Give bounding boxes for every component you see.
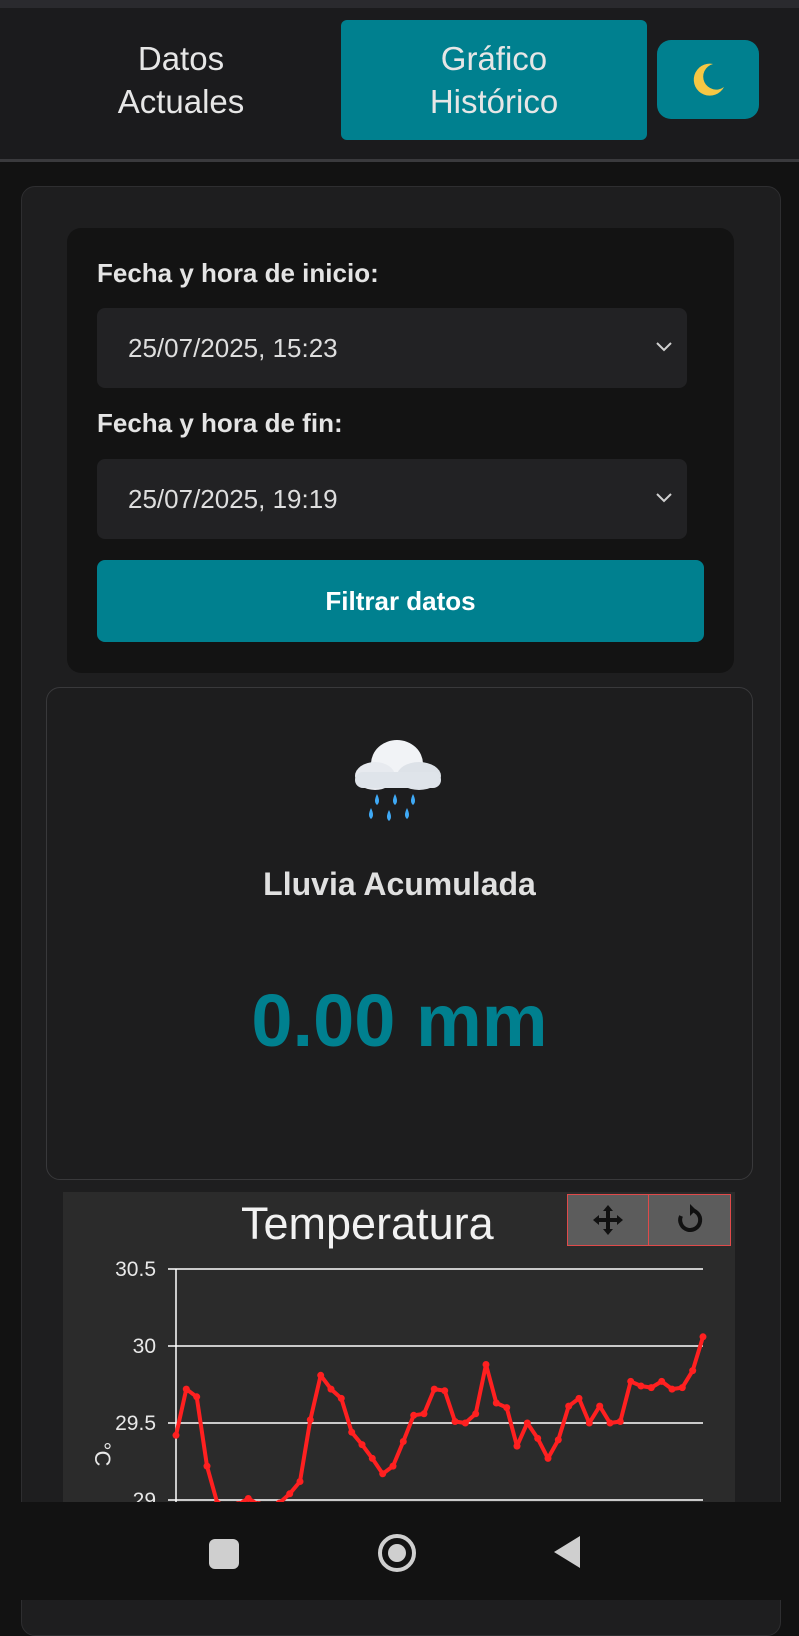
tab-label: Gráfico Histórico — [429, 40, 559, 120]
data-point — [451, 1418, 459, 1425]
data-point — [596, 1402, 604, 1410]
home-icon — [378, 1534, 416, 1572]
data-point — [348, 1428, 356, 1436]
data-point — [503, 1404, 511, 1412]
data-point — [658, 1377, 666, 1385]
data-point — [699, 1333, 707, 1341]
data-point — [689, 1367, 697, 1375]
data-point — [399, 1438, 407, 1445]
data-point — [337, 1394, 345, 1402]
data-point — [296, 1478, 304, 1485]
data-point — [554, 1436, 562, 1444]
data-point — [430, 1385, 438, 1393]
data-point — [585, 1419, 593, 1427]
data-point — [647, 1384, 655, 1392]
data-point — [286, 1490, 294, 1498]
y-tick-label: 30 — [133, 1335, 156, 1358]
start-date-label: Fecha y hora de inicio: — [97, 258, 379, 288]
data-point — [441, 1387, 449, 1395]
end-datetime-input[interactable]: 25/07/2025, 19:19 — [97, 459, 687, 539]
home-button[interactable] — [376, 1532, 418, 1579]
data-point — [420, 1410, 428, 1418]
y-axis-label: °C — [90, 1442, 115, 1467]
data-point — [544, 1454, 552, 1462]
data-point — [492, 1399, 500, 1407]
moon-icon — [693, 63, 724, 96]
rain-value: 0.00 mm — [251, 979, 548, 1062]
data-point — [358, 1441, 366, 1449]
y-tick-label: 29 — [133, 1489, 156, 1502]
chevron-down-icon — [656, 493, 672, 503]
data-point — [461, 1419, 469, 1427]
data-point — [627, 1377, 635, 1385]
data-point — [482, 1361, 490, 1368]
end-datetime-value: 25/07/2025, 19:19 — [128, 483, 338, 514]
data-point — [637, 1382, 645, 1390]
back-button[interactable] — [552, 1534, 584, 1575]
top-nav: Datos Actuales Gráfico Histórico — [0, 8, 799, 162]
date-filter-card: Fecha y hora de inicio: 25/07/2025, 15:2… — [67, 228, 734, 673]
data-point — [193, 1393, 201, 1401]
end-date-label: Fecha y hora de fin: — [97, 408, 343, 438]
chevron-down-icon — [656, 342, 672, 352]
y-tick-label: 30.5 — [115, 1258, 156, 1281]
data-point — [606, 1419, 614, 1427]
rain-cloud-icon — [355, 740, 441, 821]
data-point — [203, 1462, 211, 1470]
system-nav-bar — [0, 1502, 799, 1600]
data-point — [379, 1470, 387, 1478]
y-tick-label: 29.5 — [115, 1412, 156, 1435]
rain-card: Lluvia Acumulada 0.00 mm — [46, 687, 753, 1180]
data-point — [668, 1385, 676, 1393]
status-strip — [0, 0, 799, 8]
data-point — [327, 1385, 335, 1393]
data-point — [389, 1462, 397, 1470]
tab-label: Datos Actuales — [117, 40, 245, 120]
data-point — [244, 1495, 252, 1502]
data-point — [523, 1419, 531, 1427]
data-point — [472, 1410, 480, 1418]
data-point — [172, 1431, 180, 1439]
temperature-chart: Temperatura 30.5 30 29.5 29 °C — [63, 1192, 735, 1502]
data-point — [306, 1416, 314, 1424]
tab-datos-actuales[interactable]: Datos Actuales — [28, 20, 334, 140]
recent-apps-button[interactable] — [208, 1538, 240, 1575]
data-point — [182, 1385, 190, 1393]
back-icon — [554, 1536, 580, 1568]
recent-apps-icon — [209, 1539, 239, 1569]
data-point — [575, 1394, 583, 1402]
data-point — [410, 1411, 418, 1419]
start-datetime-value: 25/07/2025, 15:23 — [128, 332, 338, 363]
data-point — [616, 1418, 624, 1425]
data-point — [534, 1434, 542, 1442]
temperature-plot: 30.5 30 29.5 29 °C — [90, 1258, 707, 1502]
data-point — [678, 1384, 686, 1392]
data-point — [368, 1454, 376, 1462]
series-line — [174, 1336, 705, 1502]
theme-toggle-button[interactable] — [657, 40, 759, 119]
data-point — [565, 1402, 573, 1410]
data-point — [513, 1442, 521, 1450]
start-datetime-input[interactable]: 25/07/2025, 15:23 — [97, 308, 687, 388]
filter-button[interactable]: Filtrar datos — [97, 560, 704, 642]
tab-grafico-historico[interactable]: Gráfico Histórico — [341, 20, 647, 140]
data-point — [317, 1371, 325, 1379]
rain-title: Lluvia Acumulada — [263, 866, 536, 902]
